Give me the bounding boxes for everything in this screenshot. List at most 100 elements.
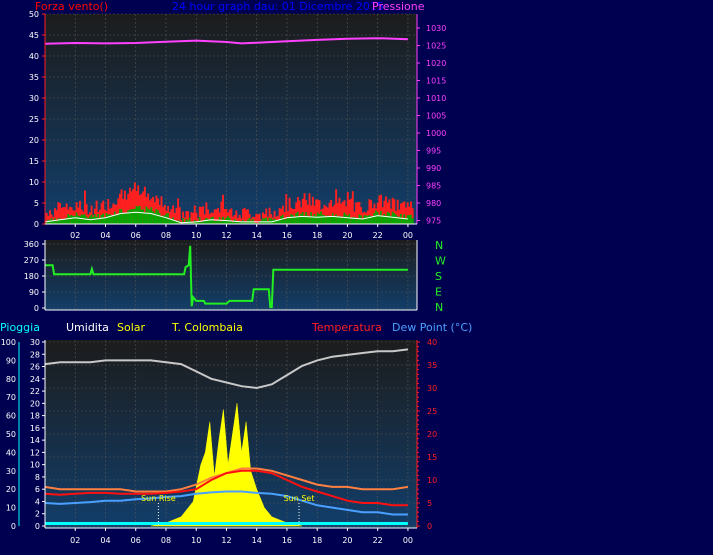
y-tick-label-left: 0 (34, 220, 39, 229)
legend-temperature: Temperatura (311, 321, 382, 334)
wind-gust-bar (118, 209, 121, 224)
legend-station: T. Colombaia (171, 321, 243, 334)
wind-gust-bar (298, 217, 301, 224)
wind-gust-bar (410, 214, 412, 224)
y-tick-label-left: 5 (34, 199, 39, 208)
y-tick-label-right: 1030 (426, 24, 446, 33)
wind-gust-bar (346, 215, 349, 224)
wind-gust-bar (74, 215, 76, 224)
y-tick-label-humidity: 20 (6, 485, 16, 494)
wind-gust-bar (375, 210, 378, 224)
wind-gust-bar (340, 216, 343, 224)
wind-gust-bar (280, 215, 283, 224)
wind-gust-bar (112, 215, 115, 224)
x-tick-label: 14 (252, 231, 262, 240)
y-tick-label-right: 975 (426, 217, 441, 226)
y-tick-label: 270 (24, 256, 39, 265)
y-tick-label-left: 25 (29, 115, 39, 124)
wind-gust-bar (268, 217, 271, 224)
y-tick-label-rain: 8 (35, 473, 40, 482)
wind-gust-bar (140, 209, 143, 224)
wind-speed-bar (257, 214, 259, 224)
wind-gust-bar (262, 218, 264, 224)
wind-gust-bar (313, 214, 316, 224)
wind-gust-bar (98, 218, 101, 224)
y-tick-label-right: 15 (427, 453, 437, 462)
wind-gust-bar (345, 214, 348, 224)
wind-gust-bar (395, 214, 397, 224)
y-tick-label-right: 0 (427, 522, 432, 531)
y-tick-label-right: 5 (427, 499, 432, 508)
wind-gust-bar (408, 214, 411, 224)
wind-gust-bar (155, 209, 158, 224)
wind-gust-bar (137, 206, 140, 224)
wind-gust-bar (343, 212, 346, 224)
wind-gust-bar (120, 209, 123, 224)
y-tick-label-rain: 0 (35, 522, 40, 531)
y-tick-label-right: 1025 (426, 42, 446, 51)
y-tick-label-left: 35 (29, 73, 39, 82)
wind-gust-bar (330, 216, 333, 224)
wind-gust-bar (198, 217, 201, 224)
wind-gust-bar (318, 213, 321, 224)
wind-gust-bar (108, 214, 111, 224)
y-tick-label-left: 20 (29, 136, 39, 145)
y-tick-label-rain: 18 (30, 412, 40, 421)
wind-gust-bar (295, 213, 298, 224)
y-tick-label-humidity: 0 (11, 522, 16, 531)
y-tick-label-rain: 6 (35, 485, 40, 494)
y-tick-label-rain: 26 (30, 363, 40, 372)
direction-label: N (435, 239, 443, 252)
x-tick-label: 16 (282, 231, 292, 240)
wind-gust-bar (207, 218, 210, 224)
y-tick-label-humidity: 10 (6, 504, 16, 513)
y-tick-label-right: 1015 (426, 77, 446, 86)
wind-gust-bar (125, 212, 128, 224)
wind-gust-bar (152, 211, 155, 224)
wind-gust-bar (69, 215, 71, 224)
wind-gust-bar (107, 214, 110, 224)
wind-gust-bar (128, 209, 131, 224)
wind-gust-bar (336, 216, 339, 224)
x-tick-label: 02 (70, 536, 80, 545)
wind-gust-bar (265, 217, 268, 224)
wind-gust-bar (102, 213, 105, 224)
wind-gust-bar (350, 217, 353, 224)
wind-gust-bar (376, 211, 379, 224)
x-tick-label: 22 (373, 231, 383, 240)
wind-gust-bar (158, 213, 161, 224)
wind-gust-bar (150, 207, 153, 224)
x-tick-label: 10 (191, 231, 201, 240)
wind-gust-bar (70, 214, 73, 224)
wind-gust-bar (143, 212, 146, 224)
y-tick-label-rain: 20 (30, 399, 40, 408)
x-tick-label: 06 (131, 231, 141, 240)
wind-gust-bar (331, 213, 334, 224)
wind-gust-bar (360, 215, 363, 224)
sun-set-label: Sun Set (284, 494, 315, 503)
wind-gust-bar (270, 218, 273, 224)
x-tick-label: 04 (100, 231, 110, 240)
y-tick-label-right: 1005 (426, 112, 446, 121)
y-tick-label-right: 1010 (426, 94, 446, 103)
wind-gust-bar (263, 218, 266, 224)
wind-gust-bar (54, 218, 56, 224)
wind-gust-bar (348, 213, 351, 224)
wind-gust-bar (80, 214, 83, 224)
x-tick-label: 22 (373, 536, 383, 545)
y-tick-label-humidity: 90 (6, 356, 16, 365)
y-tick-label-left: 10 (29, 178, 39, 187)
wind-gust-bar (135, 206, 138, 224)
wind-gust-bar (148, 209, 151, 224)
y-tick-label-left: 15 (29, 157, 39, 166)
wind-gust-bar (79, 216, 81, 224)
y-tick-label-right: 980 (426, 199, 441, 208)
x-tick-label: 16 (282, 536, 292, 545)
y-tick-label-right: 35 (427, 361, 437, 370)
wind-gust-bar (400, 213, 402, 224)
y-tick-label-rain: 30 (30, 338, 40, 347)
wind-gust-bar (92, 216, 95, 224)
wind-gust-bar (365, 215, 368, 224)
y-tick-label-humidity: 60 (6, 412, 16, 421)
wind-gust-bar (293, 217, 296, 224)
